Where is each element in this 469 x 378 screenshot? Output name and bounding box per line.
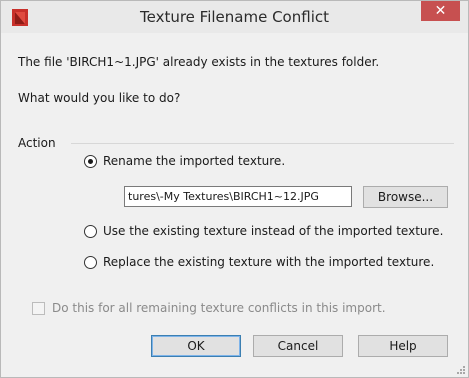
dialog-window: Texture Filename Conflict ✕ The file 'BI… bbox=[0, 0, 469, 378]
ok-button[interactable]: OK bbox=[151, 335, 241, 357]
close-button[interactable]: ✕ bbox=[421, 1, 460, 21]
apply-all-label: Do this for all remaining texture confli… bbox=[52, 301, 386, 315]
replace-option-label: Replace the existing texture with the im… bbox=[103, 255, 435, 269]
dialog-title: Texture Filename Conflict bbox=[140, 8, 329, 26]
use-existing-option[interactable]: Use the existing texture instead of the … bbox=[84, 223, 443, 239]
cancel-button[interactable]: Cancel bbox=[253, 335, 343, 357]
replace-option[interactable]: Replace the existing texture with the im… bbox=[84, 254, 434, 270]
browse-button[interactable]: Browse... bbox=[363, 186, 448, 208]
resize-grip-icon[interactable] bbox=[456, 365, 466, 375]
action-group-label: Action bbox=[18, 136, 56, 150]
apply-all-checkbox[interactable] bbox=[32, 301, 45, 315]
rename-option-label: Rename the imported texture. bbox=[103, 154, 286, 168]
close-icon: ✕ bbox=[434, 3, 447, 19]
action-group-divider bbox=[71, 143, 454, 144]
apply-all-option[interactable]: Do this for all remaining texture confli… bbox=[32, 300, 386, 316]
rename-path-input[interactable] bbox=[124, 186, 352, 207]
use-existing-radio[interactable] bbox=[84, 224, 97, 238]
rename-option[interactable]: Rename the imported texture. bbox=[84, 153, 285, 169]
rename-radio[interactable] bbox=[84, 154, 97, 168]
replace-radio[interactable] bbox=[84, 255, 97, 269]
title-bar[interactable]: Texture Filename Conflict ✕ bbox=[1, 1, 468, 33]
help-button[interactable]: Help bbox=[358, 335, 448, 357]
question-text: What would you like to do? bbox=[18, 91, 181, 105]
use-existing-option-label: Use the existing texture instead of the … bbox=[103, 224, 444, 238]
dialog-body: The file 'BIRCH1~1.JPG' already exists i… bbox=[8, 33, 460, 369]
conflict-message: The file 'BIRCH1~1.JPG' already exists i… bbox=[18, 55, 380, 69]
